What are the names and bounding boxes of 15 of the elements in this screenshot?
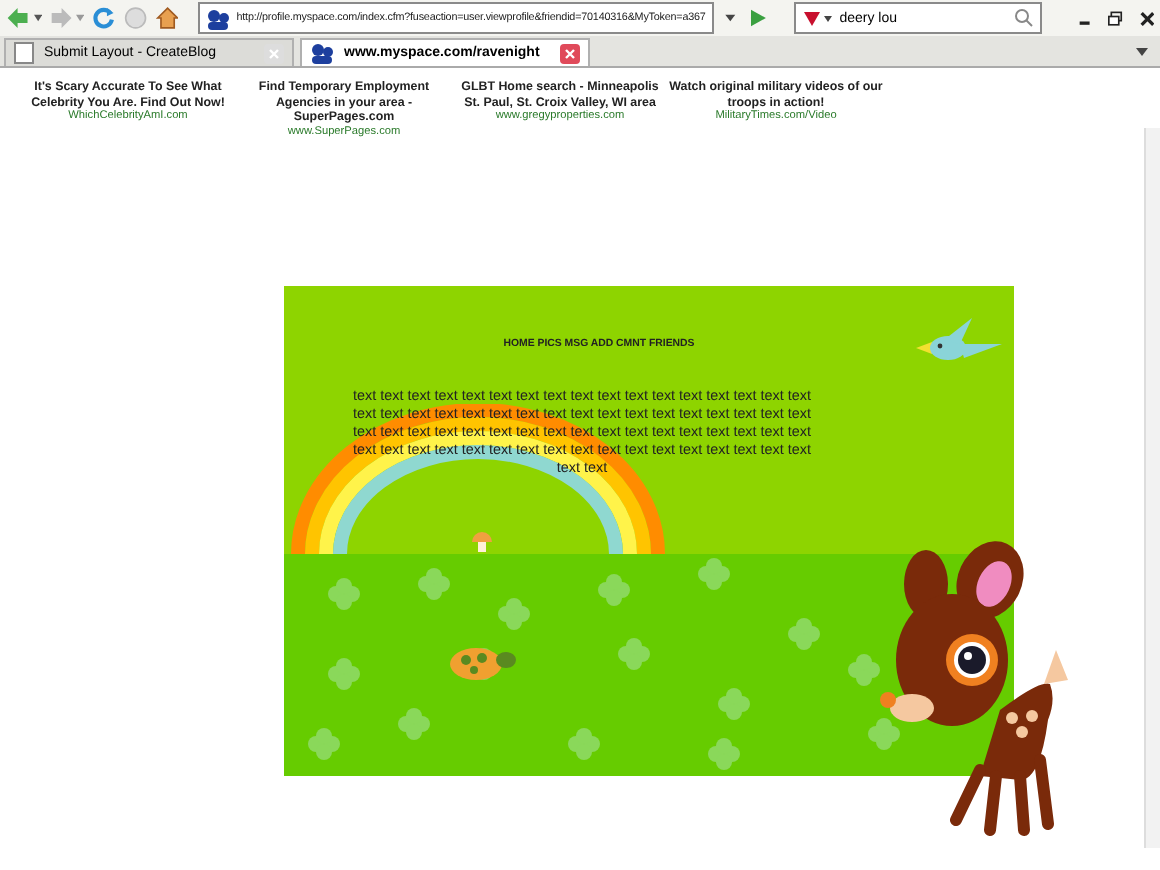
site-icon [206, 7, 231, 29]
dropdown-arrow-icon[interactable] [33, 14, 42, 22]
scrollbar[interactable] [1144, 128, 1160, 848]
home-icon[interactable] [155, 4, 179, 32]
search-icon[interactable] [1013, 8, 1034, 28]
page-icon [14, 42, 34, 64]
site-icon [310, 42, 334, 64]
search-engine-icon [801, 8, 834, 28]
ladybug-drawing [448, 642, 520, 682]
mushroom-drawing [470, 530, 494, 554]
close-tab-icon[interactable] [560, 43, 580, 63]
refresh-icon[interactable] [92, 4, 117, 32]
tab-list-arrow-icon[interactable] [1136, 48, 1148, 56]
close-icon[interactable] [1139, 9, 1154, 27]
restore-icon[interactable] [1108, 9, 1124, 27]
